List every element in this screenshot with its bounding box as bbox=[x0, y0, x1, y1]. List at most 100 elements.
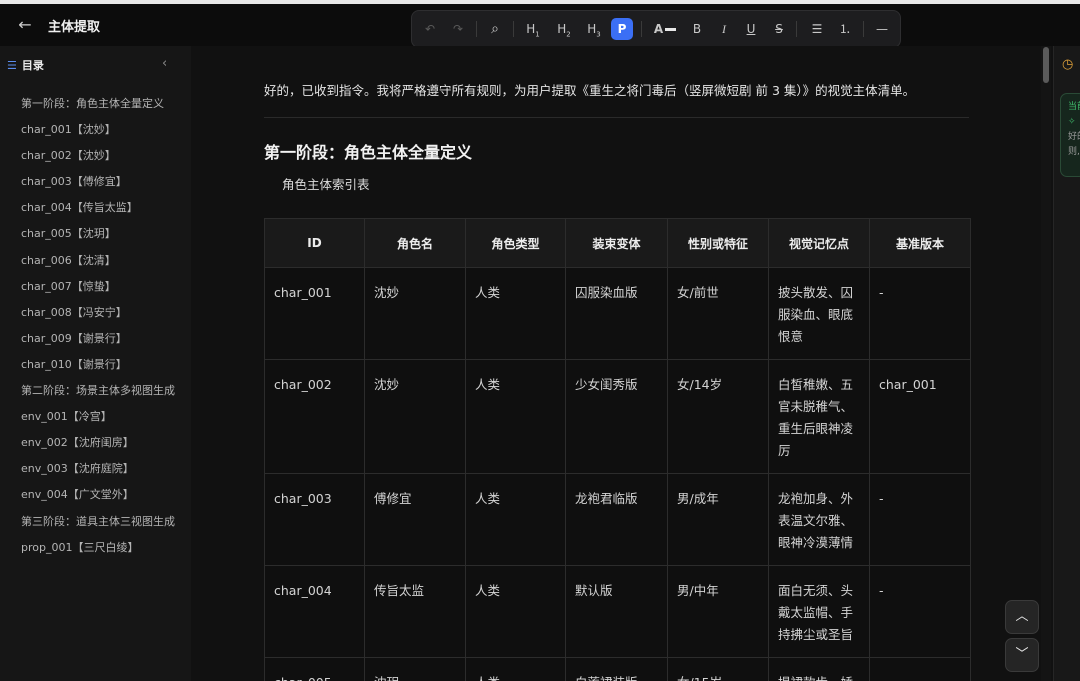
cell-memory: 面白无须、头戴太监帽、手持拂尘或圣旨 bbox=[768, 565, 870, 658]
toc-item[interactable]: char_010【谢景行】 bbox=[21, 357, 175, 383]
back-arrow-icon[interactable]: ← bbox=[14, 14, 36, 36]
text-color-button[interactable]: A bbox=[650, 17, 680, 41]
cell-id: char_002 bbox=[264, 359, 365, 474]
cell-gender: 女/15岁 bbox=[667, 657, 769, 681]
toc-item[interactable]: env_002【沈府闺房】 bbox=[21, 435, 175, 461]
history-card-status: 当前 bbox=[1068, 102, 1080, 112]
clock-icon[interactable]: ◷ bbox=[1062, 57, 1073, 72]
italic-button[interactable]: I bbox=[712, 17, 736, 41]
scrollbar-track[interactable] bbox=[1041, 46, 1051, 681]
app-title: 主体提取 bbox=[48, 20, 101, 35]
cell-variant: 囚服染血版 bbox=[565, 267, 668, 360]
toc-item[interactable]: env_003【沈府庭院】 bbox=[21, 461, 175, 487]
table-row: char_003 傅修宜 人类 龙袍君临版 男/成年 龙袍加身、外表温文尔雅、眼… bbox=[264, 473, 971, 566]
cell-type: 人类 bbox=[465, 359, 566, 474]
column-header: 性别或特征 bbox=[667, 218, 769, 268]
cell-base: char_001 bbox=[869, 359, 971, 474]
cell-id: char_001 bbox=[264, 267, 365, 360]
cell-base: - bbox=[869, 267, 971, 360]
history-card[interactable]: 当前 ✧ 好的 则, bbox=[1060, 93, 1080, 177]
toc-title: 目录 bbox=[21, 59, 44, 72]
scroll-up-button[interactable]: ︿ bbox=[1005, 600, 1039, 634]
toc-item[interactable]: 第三阶段：道具主体三视图生成 bbox=[21, 514, 175, 540]
collapse-sidebar-icon[interactable]: ‹ bbox=[162, 56, 167, 71]
list-icon: ☰ bbox=[7, 59, 17, 72]
heading-2-button[interactable]: H2 bbox=[552, 17, 576, 41]
table-row: char_002 沈妙 人类 少女闺秀版 女/14岁 白皙稚嫩、五官未脱稚气、重… bbox=[264, 359, 971, 474]
horizontal-rule-button[interactable]: — bbox=[870, 17, 894, 41]
table-header-row: ID 角色名 角色类型 装束变体 性别或特征 视觉记忆点 基准版本 bbox=[264, 218, 971, 268]
bullet-list-icon[interactable]: ☰ bbox=[805, 17, 829, 41]
heading-1-sub: 1 bbox=[535, 30, 540, 39]
cell-memory: 提裙款步、娇 bbox=[768, 657, 870, 681]
toc-item[interactable]: char_007【惊蛰】 bbox=[21, 279, 175, 305]
cell-id: char_003 bbox=[264, 473, 365, 566]
table-row: char_001 沈妙 人类 囚服染血版 女/前世 披头散发、囚服染血、眼底恨意… bbox=[264, 267, 971, 360]
cell-name: 传旨太监 bbox=[364, 565, 466, 658]
paragraph-button[interactable]: P bbox=[611, 18, 633, 40]
toc-list: 第一阶段：角色主体全量定义 char_001【沈妙】 char_002【沈妙】 … bbox=[21, 96, 175, 566]
toc-item[interactable]: char_003【傅修宜】 bbox=[21, 174, 175, 200]
table-row: char_005 沈玥 人类 白莲裙装版 女/15岁 提裙款步、娇 - bbox=[264, 657, 971, 681]
search-icon[interactable]: ⌕ bbox=[483, 17, 507, 41]
bold-button[interactable]: B bbox=[685, 17, 709, 41]
cell-variant: 默认版 bbox=[565, 565, 668, 658]
heading-1-button[interactable]: H1 bbox=[521, 17, 545, 41]
toolbar-divider bbox=[863, 21, 864, 37]
heading-2-label: H bbox=[557, 22, 567, 36]
cell-gender: 女/14岁 bbox=[667, 359, 769, 474]
cell-name: 沈妙 bbox=[364, 359, 466, 474]
cell-variant: 少女闺秀版 bbox=[565, 359, 668, 474]
cell-memory: 龙袍加身、外表温文尔雅、眼神冷漠薄情 bbox=[768, 473, 870, 566]
cell-gender: 女/前世 bbox=[667, 267, 769, 360]
scrollbar-thumb[interactable] bbox=[1043, 47, 1049, 83]
history-card-text: 好的 bbox=[1068, 132, 1080, 142]
column-header: 基准版本 bbox=[869, 218, 971, 268]
cell-variant: 龙袍君临版 bbox=[565, 473, 668, 566]
section-heading: 第一阶段：角色主体全量定义 bbox=[264, 143, 473, 162]
cell-gender: 男/成年 bbox=[667, 473, 769, 566]
toc-item[interactable]: prop_001【三尺白绫】 bbox=[21, 540, 175, 566]
heading-1-label: H bbox=[526, 22, 536, 36]
toolbar-divider bbox=[476, 21, 477, 37]
strikethrough-button[interactable]: S bbox=[767, 17, 791, 41]
toc-item[interactable]: char_004【传旨太监】 bbox=[21, 200, 175, 226]
underline-button[interactable]: U bbox=[739, 17, 763, 41]
toc-item[interactable]: char_001【沈妙】 bbox=[21, 122, 175, 148]
toc-item[interactable]: char_005【沈玥】 bbox=[21, 226, 175, 252]
toc-item[interactable]: char_009【谢景行】 bbox=[21, 331, 175, 357]
column-header: 角色类型 bbox=[465, 218, 566, 268]
history-card-text-2: 则, bbox=[1068, 147, 1080, 157]
scroll-down-button[interactable]: ﹀ bbox=[1005, 638, 1039, 672]
cell-id: char_004 bbox=[264, 565, 365, 658]
cell-memory: 白皙稚嫩、五官未脱稚气、重生后眼神凌厉 bbox=[768, 359, 870, 474]
toc-header: ☰ 目录 bbox=[7, 57, 44, 73]
cell-name: 沈妙 bbox=[364, 267, 466, 360]
cell-variant: 白莲裙装版 bbox=[565, 657, 668, 681]
toc-item[interactable]: char_002【沈妙】 bbox=[21, 148, 175, 174]
undo-icon[interactable]: ↶ bbox=[418, 17, 442, 41]
column-header: 角色名 bbox=[364, 218, 466, 268]
toc-item[interactable]: 第一阶段：角色主体全量定义 bbox=[21, 96, 175, 122]
toc-item[interactable]: char_006【沈清】 bbox=[21, 253, 175, 279]
cell-name: 沈玥 bbox=[364, 657, 466, 681]
toc-item[interactable]: env_001【冷宫】 bbox=[21, 409, 175, 435]
toc-item[interactable]: char_008【冯安宁】 bbox=[21, 305, 175, 331]
ordered-list-icon[interactable]: ⒈ bbox=[833, 17, 857, 41]
toc-item[interactable]: 第二阶段：场景主体多视图生成 bbox=[21, 383, 175, 409]
text-color-swatch bbox=[665, 28, 677, 31]
toc-sidebar: ☰ 目录 ‹ 第一阶段：角色主体全量定义 char_001【沈妙】 char_00… bbox=[0, 46, 191, 681]
toolbar-divider bbox=[641, 21, 642, 37]
toc-item[interactable]: env_004【广文堂外】 bbox=[21, 487, 175, 513]
redo-icon[interactable]: ↷ bbox=[446, 17, 470, 41]
heading-3-sub: 3 bbox=[596, 30, 601, 39]
toolbar-divider bbox=[796, 21, 797, 37]
cell-gender: 男/中年 bbox=[667, 565, 769, 658]
document-area[interactable]: 好的，已收到指令。我将严格遵守所有规则，为用户提取《重生之将门毒后（竖屏微短剧 … bbox=[191, 46, 1041, 681]
cell-id: char_005 bbox=[264, 657, 365, 681]
editor-toolbar: ↶ ↷ ⌕ H1 H2 H3 P A B I U S ☰ ⒈ — bbox=[411, 10, 901, 48]
heading-3-button[interactable]: H3 bbox=[582, 17, 606, 41]
cell-type: 人类 bbox=[465, 473, 566, 566]
table-row: char_004 传旨太监 人类 默认版 男/中年 面白无须、头戴太监帽、手持拂… bbox=[264, 565, 971, 658]
toolbar-divider bbox=[513, 21, 514, 37]
